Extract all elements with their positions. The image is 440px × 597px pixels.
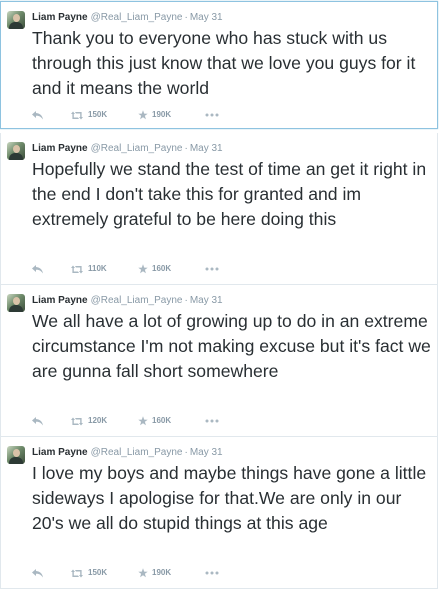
author-name[interactable]: Liam Payne: [32, 447, 88, 458]
retweet-count: 110K: [88, 264, 107, 273]
more-icon: [205, 571, 219, 575]
avatar[interactable]: [7, 11, 25, 29]
more-button[interactable]: [205, 414, 219, 428]
tweet-date[interactable]: May 31: [190, 12, 223, 23]
star-icon: [138, 568, 148, 578]
more-icon: [205, 267, 219, 271]
avatar[interactable]: [7, 142, 25, 160]
reply-icon: [32, 416, 43, 425]
more-icon: [205, 419, 219, 423]
tweet[interactable]: Liam Payne @Real_Liam_Payne · May 31 I love…: [0, 437, 438, 589]
favorite-count: 160K: [152, 264, 172, 273]
star-icon: [138, 110, 148, 120]
reply-button[interactable]: [32, 108, 43, 122]
tweet-text: I love my boys and maybe things have gon…: [32, 463, 427, 533]
retweet-icon: [71, 569, 83, 577]
tweet-header: Liam Payne @Real_Liam_Payne · May 31: [32, 447, 223, 459]
separator-dot: ·: [184, 447, 188, 458]
author-handle[interactable]: @Real_Liam_Payne: [91, 143, 183, 154]
author-handle[interactable]: @Real_Liam_Payne: [91, 447, 183, 458]
retweet-button[interactable]: 150K: [70, 108, 107, 122]
retweet-button[interactable]: 110K: [70, 262, 107, 276]
separator-dot: ·: [184, 295, 188, 306]
favorite-button[interactable]: 160K: [138, 262, 171, 276]
favorite-count: 160K: [152, 416, 172, 425]
favorite-button[interactable]: 160K: [138, 414, 171, 428]
retweet-count: 150K: [88, 568, 108, 577]
reply-button[interactable]: [32, 566, 43, 580]
retweet-icon: [71, 265, 83, 273]
reply-button[interactable]: [32, 414, 43, 428]
more-button[interactable]: [205, 262, 219, 276]
retweet-icon: [71, 417, 83, 425]
retweet-icon: [71, 111, 83, 119]
reply-icon: [32, 264, 43, 273]
separator-dot: ·: [184, 143, 188, 154]
avatar[interactable]: [7, 446, 25, 464]
author-name[interactable]: Liam Payne: [32, 143, 88, 154]
star-icon: [138, 416, 148, 426]
tweet-text: Hopefully we stand the test of time an g…: [32, 159, 427, 229]
tweet-header: Liam Payne @Real_Liam_Payne · May 31: [32, 295, 223, 307]
tweet-date[interactable]: May 31: [190, 295, 223, 306]
retweet-button[interactable]: 150K: [70, 566, 107, 580]
tweet[interactable]: Liam Payne @Real_Liam_Payne · May 31 Thank …: [0, 1, 438, 129]
favorite-count: 190K: [152, 568, 172, 577]
more-icon: [205, 113, 219, 117]
tweet-text: We all have a lot of growing up to do in…: [32, 311, 431, 381]
author-handle[interactable]: @Real_Liam_Payne: [91, 295, 183, 306]
favorite-button[interactable]: 190K: [138, 108, 171, 122]
reply-icon: [32, 568, 43, 577]
avatar[interactable]: [7, 294, 25, 312]
tweet-date[interactable]: May 31: [190, 143, 223, 154]
more-button[interactable]: [205, 108, 219, 122]
tweet[interactable]: Liam Payne @Real_Liam_Payne · May 31 Hopefu…: [0, 133, 438, 285]
tweet-header: Liam Payne @Real_Liam_Payne · May 31: [32, 12, 223, 24]
retweet-button[interactable]: 120K: [70, 414, 107, 428]
reply-button[interactable]: [32, 262, 43, 276]
tweet-text: Thank you to everyone who has stuck with…: [32, 28, 416, 98]
tweet-header: Liam Payne @Real_Liam_Payne · May 31: [32, 143, 223, 155]
more-button[interactable]: [205, 566, 219, 580]
tweet-timeline: Liam Payne @Real_Liam_Payne · May 31 Thank …: [0, 0, 440, 597]
tweet[interactable]: Liam Payne @Real_Liam_Payne · May 31 We all…: [0, 285, 438, 437]
favorite-count: 190K: [152, 110, 172, 119]
author-name[interactable]: Liam Payne: [32, 295, 88, 306]
reply-icon: [32, 110, 43, 119]
author-name[interactable]: Liam Payne: [32, 12, 88, 23]
author-handle[interactable]: @Real_Liam_Payne: [91, 12, 183, 23]
retweet-count: 150K: [88, 110, 108, 119]
retweet-count: 120K: [88, 416, 108, 425]
separator-dot: ·: [184, 12, 188, 23]
star-icon: [138, 264, 148, 274]
favorite-button[interactable]: 190K: [138, 566, 171, 580]
tweet-date[interactable]: May 31: [190, 447, 223, 458]
